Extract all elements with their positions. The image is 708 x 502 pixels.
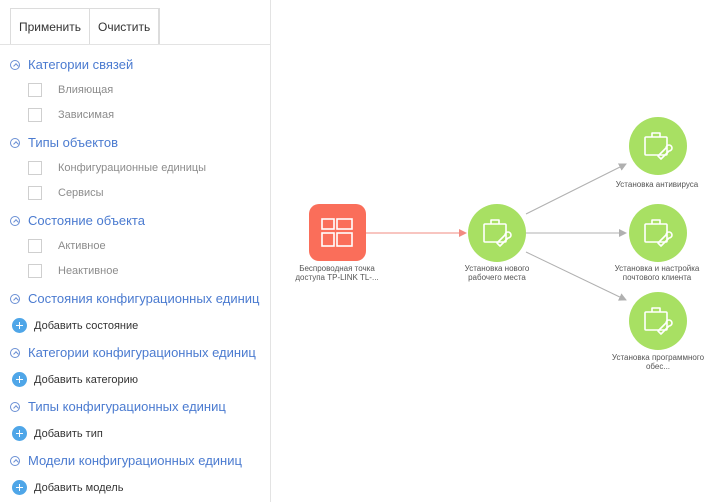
source-node-label: Беспроводная точка доступа TP-LINK TL-..… (295, 264, 379, 282)
center-node[interactable] (468, 204, 526, 262)
target-1-label: Установка антивируса (615, 180, 699, 189)
target-node-1[interactable] (629, 117, 687, 175)
edge-center-target-1 (525, 163, 627, 215)
source-node[interactable] (309, 204, 366, 261)
target-node-2[interactable] (629, 204, 687, 262)
relationship-graph (309, 117, 687, 350)
target-3-label: Установка программного обес... (611, 353, 705, 371)
center-node-label: Установка нового рабочего места (464, 264, 530, 282)
target-2-label: Установка и настройка почтового клиента (614, 264, 700, 282)
target-node-3[interactable] (629, 292, 687, 350)
